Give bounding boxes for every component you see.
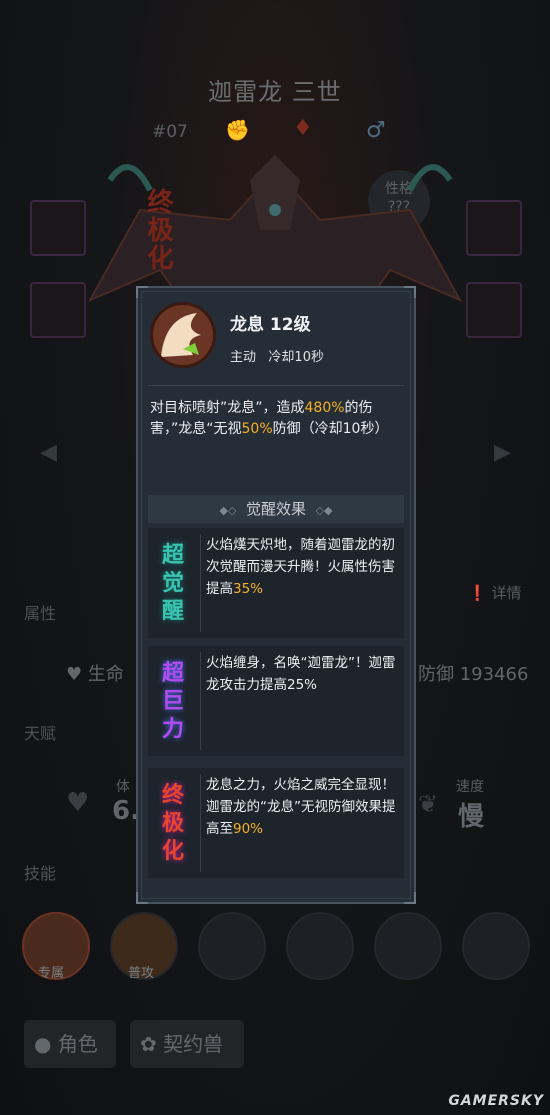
corner-decoration <box>404 892 416 904</box>
awakening-text-1: 火焰熯天炽地，随着迦雷龙的初次觉醒而漫天升腾！火属性伤害提高35% <box>206 534 400 600</box>
skill-slot-6[interactable] <box>462 912 530 980</box>
desc-part3: 防御（冷却10秒） <box>272 421 389 437</box>
awakening-badge-1: 超觉醒 <box>161 543 184 624</box>
skill-name: 龙息 12级 <box>230 315 311 335</box>
skill-type: 主动 <box>230 350 257 365</box>
speed-label: 速度 <box>456 779 484 795</box>
equipment-slot-claw[interactable] <box>30 200 86 256</box>
diamond-left-icon: ◆◇ <box>219 504 237 517</box>
awakening-item-2: 超巨力 火焰缠身，名唤“迦雷龙”！迦雷龙攻击力提高25% <box>148 646 404 756</box>
awakening-item-1: 超觉醒 火焰熯天炽地，随着迦雷龙的初次觉醒而漫天升腾！火属性伤害提高35% <box>148 528 404 638</box>
divider <box>200 652 201 750</box>
corner-decoration <box>136 892 148 904</box>
wing-icon: ❦ <box>418 790 439 818</box>
stat1-label: 体 <box>116 779 130 795</box>
male-icon: ♂ <box>366 118 386 143</box>
previous-arrow-icon[interactable]: ◀ <box>40 440 57 465</box>
life-stat: ♥ 生命 <box>66 660 124 686</box>
attr-label: 属性 <box>24 604 57 623</box>
skill-description: 对目标喷射”龙息”，造成480%的伤害，”龙息“无视50%防御（冷却10秒） <box>150 398 406 440</box>
detail-label: 详情 <box>491 584 522 602</box>
skill-slot-3[interactable] <box>198 912 266 980</box>
desc-highlight-1: 480% <box>304 400 345 416</box>
skill-slot-5[interactable] <box>374 912 442 980</box>
hero-title: 迦雷龙 三世 <box>208 78 342 106</box>
divider <box>200 534 201 632</box>
awakening-text-1-highlight: 35% <box>233 581 264 597</box>
talent-label: 天赋 <box>24 724 57 743</box>
equipment-slot-armor[interactable] <box>30 282 86 338</box>
dragon-breath-skill-icon <box>150 302 216 368</box>
skill-slot-4[interactable] <box>286 912 354 980</box>
skill-meta: 主动 冷却10秒 <box>230 346 324 365</box>
role-icon: ● <box>34 1032 52 1056</box>
speed-value: 慢 <box>458 802 485 832</box>
detail-button[interactable]: ❗ 详情 <box>468 582 521 603</box>
skill-tag-exclusive: 专属 <box>38 966 65 981</box>
divider <box>148 385 404 386</box>
equipment-slot-ring[interactable] <box>466 200 522 256</box>
skill-label: 技能 <box>24 864 57 883</box>
life-label: 生命 <box>87 664 124 685</box>
awakening-section-header: ◆◇ 觉醒效果 ◇◆ <box>148 495 404 523</box>
watermark: GAMERSKY <box>448 1093 544 1109</box>
corner-decoration <box>404 286 416 298</box>
awakening-item-3: 终极化 龙息之力，火焰之威完全显现！迦雷龙的“龙息”无视防御效果提高至90% <box>148 768 404 878</box>
equipment-slot-orb[interactable] <box>466 282 522 338</box>
desc-highlight-2: 50% <box>241 421 273 437</box>
fire-element-icon: ♦ <box>293 116 313 141</box>
glove-icon: ✊ <box>225 118 250 142</box>
tab-role[interactable]: ● 角色 <box>24 1020 116 1068</box>
skill-tag-normal: 普攻 <box>128 966 155 981</box>
desc-part1: 对目标喷射”龙息”，造成 <box>150 400 305 416</box>
skill-cooldown: 冷却10秒 <box>268 350 324 365</box>
awakening-text-2: 火焰缠身，名唤“迦雷龙”！迦雷龙攻击力提高25% <box>206 652 400 696</box>
awakening-section-title: 觉醒效果 <box>245 500 306 518</box>
awakening-text-3: 龙息之力，火焰之威完全显现！迦雷龙的“龙息”无视防御效果提高至90% <box>206 774 400 840</box>
defense-value: 193466 <box>459 664 529 685</box>
heart-stat-icon: ♥ <box>66 788 90 818</box>
awakening-badge-3: 终极化 <box>161 783 184 864</box>
info-icon: ❗ <box>468 584 487 602</box>
awakening-badge-2: 超巨力 <box>161 661 184 742</box>
corner-decoration <box>136 286 148 298</box>
ultimate-badge: 终极化 <box>143 188 173 272</box>
awakening-text-3-highlight: 90% <box>233 821 264 837</box>
defense-stat: 防御 193466 <box>418 660 528 686</box>
next-arrow-icon[interactable]: ▶ <box>494 440 511 465</box>
paw-icon: ✿ <box>140 1032 157 1056</box>
tab-pet-label: 契约兽 <box>163 1032 224 1056</box>
heart-icon: ♥ <box>66 664 83 685</box>
diamond-right-icon: ◇◆ <box>315 504 333 517</box>
tab-role-label: 角色 <box>57 1032 98 1056</box>
awakening-text-2-body: 火焰缠身，名唤“迦雷龙”！迦雷龙攻击力提高25% <box>206 655 396 693</box>
skill-popup: 龙息 12级 主动 冷却10秒 对目标喷射”龙息”，造成480%的伤害，”龙息“… <box>136 286 416 904</box>
hero-number: #07 <box>152 122 188 142</box>
divider <box>200 774 201 872</box>
tab-pet[interactable]: ✿ 契约兽 <box>130 1020 244 1068</box>
defense-label: 防御 <box>418 664 454 685</box>
